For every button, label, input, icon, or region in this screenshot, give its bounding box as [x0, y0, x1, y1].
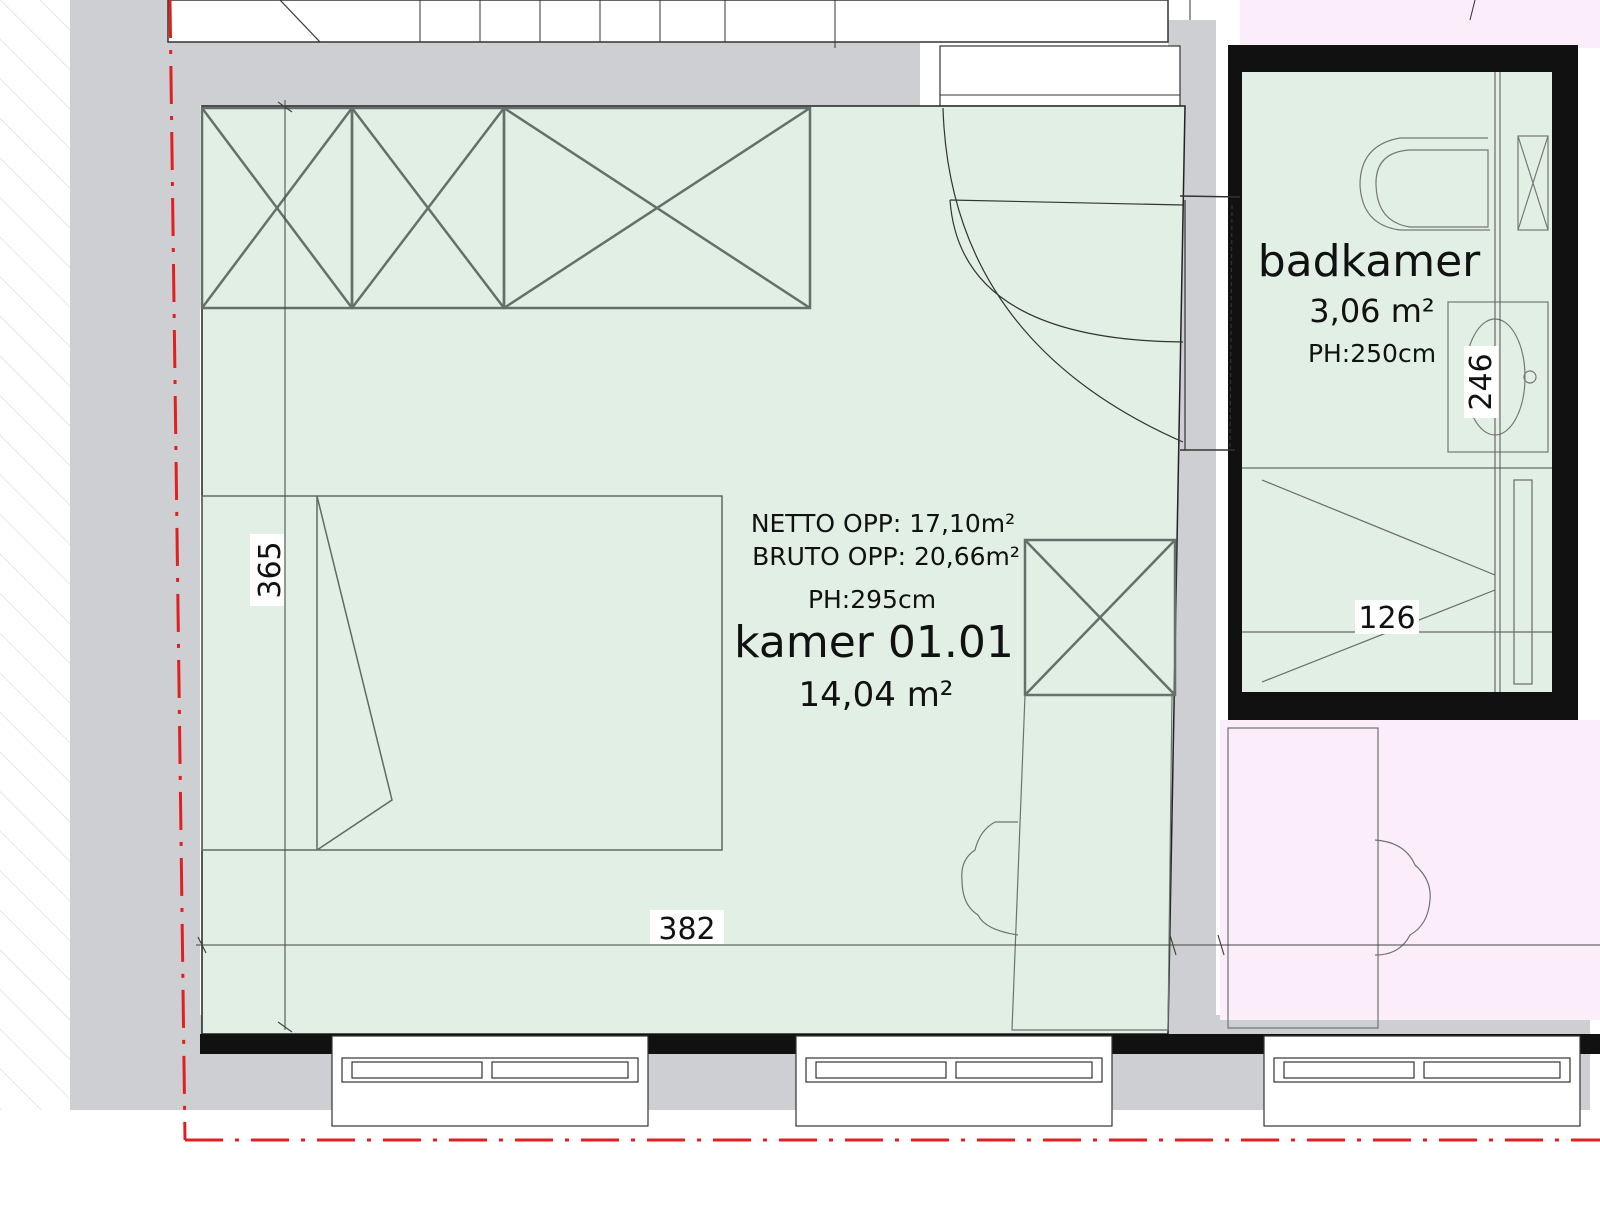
room-height: PH:295cm	[808, 585, 936, 614]
room-height: PH:250cm	[1308, 339, 1436, 368]
room-name: kamer 01.01	[734, 617, 1014, 668]
floor-plan: 365 382 246 126 NETTO OPP: 17,10m² BRUTO…	[0, 0, 1600, 1142]
dimension-label: 365	[253, 541, 288, 598]
dimension-width-shower: 126	[1355, 600, 1419, 636]
window-icon	[331, 1035, 1581, 1127]
netto-area: NETTO OPP: 17,10m²	[751, 509, 1015, 538]
dimension-label: 382	[658, 912, 715, 947]
room-name: badkamer	[1258, 236, 1481, 287]
room-area: 3,06 m²	[1309, 292, 1434, 330]
exterior-hatch	[0, 0, 70, 1110]
dimension-label: 246	[1464, 353, 1499, 410]
dimension-label: 126	[1358, 601, 1415, 636]
bruto-area: BRUTO OPP: 20,66m²	[752, 542, 1020, 571]
room-main	[201, 105, 1186, 1035]
room-area: 14,04 m²	[799, 675, 954, 715]
